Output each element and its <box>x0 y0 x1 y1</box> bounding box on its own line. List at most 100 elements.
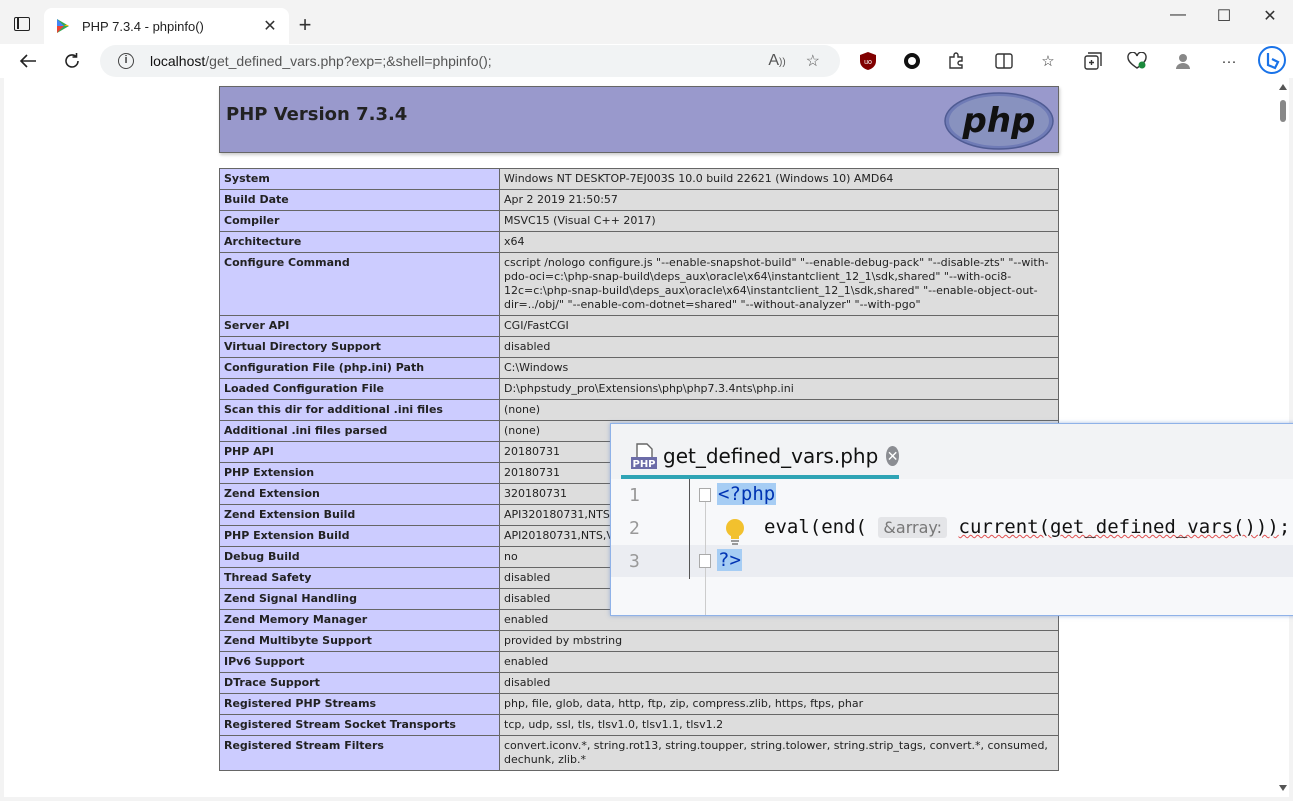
new-tab-button[interactable]: + <box>294 14 316 36</box>
favorite-star-icon[interactable]: ☆ <box>806 51 820 71</box>
info-value: enabled <box>499 651 1059 673</box>
info-key: Zend Memory Manager <box>219 609 500 631</box>
profile-avatar-icon[interactable] <box>1172 50 1194 72</box>
tab-actions-icon[interactable] <box>8 12 36 36</box>
minimize-button[interactable]: — <box>1155 6 1201 24</box>
address-bar[interactable]: i localhost/get_defined_vars.php?exp=;&s… <box>100 45 840 77</box>
back-arrow-icon <box>19 54 36 68</box>
info-value: tcp, udp, ssl, tls, tlsv1.0, tlsv1.1, tl… <box>499 714 1059 736</box>
current-call: current(get_defined_vars())) <box>958 516 1279 538</box>
info-row: Registered Stream Filters convert.iconv.*… <box>219 735 1059 771</box>
info-key: Virtual Directory Support <box>219 336 500 358</box>
info-key: PHP Extension Build <box>219 525 500 547</box>
info-row: Configuration File (php.ini) Path C:\Wind… <box>219 357 1059 379</box>
info-value: Apr 2 2019 21:50:57 <box>499 189 1059 211</box>
editor-tab-bar: PHP get_defined_vars.php ✕ <box>611 424 1293 479</box>
browser-toolbar: i localhost/get_defined_vars.php?exp=;&s… <box>0 44 1293 78</box>
php-header: PHP Version 7.3.4 php <box>219 86 1059 153</box>
favorites-icon[interactable]: ☆ <box>1037 50 1059 72</box>
line-number: 1 <box>629 485 640 506</box>
code-line-1: <?php <box>717 483 777 505</box>
browser-essentials-icon[interactable] <box>1126 50 1148 72</box>
browser-tab[interactable]: PHP 7.3.4 - phpinfo() ✕ <box>44 8 289 44</box>
info-key: Registered Stream Filters <box>219 735 500 771</box>
tab-title: PHP 7.3.4 - phpinfo() <box>82 18 204 34</box>
reload-button[interactable] <box>58 48 86 74</box>
info-value: disabled <box>499 672 1059 694</box>
split-screen-icon[interactable] <box>993 50 1015 72</box>
info-key: Zend Multibyte Support <box>219 630 500 652</box>
code-editor-overlay: PHP get_defined_vars.php ✕ 1 2 3 <?php e… <box>610 423 1293 616</box>
code-line-3: ?> <box>717 549 742 571</box>
ublock-icon[interactable]: uo <box>857 50 879 72</box>
info-row: Registered Stream Socket Transports tcp, … <box>219 714 1059 736</box>
tab-close-icon[interactable]: ✕ <box>261 16 279 36</box>
scroll-down-icon[interactable] <box>1279 785 1287 791</box>
maximize-button[interactable]: ☐ <box>1201 6 1247 26</box>
back-button[interactable] <box>14 48 42 74</box>
editor-body[interactable]: 1 2 3 <?php eval(end( &array: current(ge… <box>611 479 1293 615</box>
info-key: PHP API <box>219 441 500 463</box>
scroll-up-icon[interactable] <box>1279 84 1287 90</box>
close-window-button[interactable]: ✕ <box>1247 6 1293 26</box>
info-key: Build Date <box>219 189 500 211</box>
url-host: localhost <box>150 53 206 69</box>
php-open-tag: <?php <box>717 483 777 505</box>
line-number: 2 <box>629 518 640 539</box>
circle-extension-icon[interactable] <box>901 50 923 72</box>
info-row: Scan this dir for additional .ini files(… <box>219 399 1059 421</box>
extensions-puzzle-icon[interactable] <box>945 50 967 72</box>
line-gutter: 1 2 3 <box>611 479 701 615</box>
info-row: Compiler MSVC15 (Visual C++ 2017) <box>219 210 1059 232</box>
read-aloud-icon[interactable]: A)) <box>768 52 785 70</box>
info-value: D:\phpstudy_pro\Extensions\php\php7.3.4n… <box>499 378 1059 400</box>
title-bar: PHP 7.3.4 - phpinfo() ✕ + — ☐ ✕ <box>0 0 1293 44</box>
copilot-icon[interactable] <box>1258 46 1286 74</box>
svg-text:uo: uo <box>864 59 872 66</box>
scrollbar-thumb[interactable] <box>1280 100 1286 122</box>
close-file-icon[interactable]: ✕ <box>886 445 899 466</box>
info-key: Debug Build <box>219 546 500 568</box>
more-options-icon[interactable]: ··· <box>1218 50 1240 72</box>
info-key: Compiler <box>219 210 500 232</box>
collections-icon[interactable] <box>1082 50 1104 72</box>
url-text[interactable]: localhost/get_defined_vars.php?exp=;&she… <box>150 53 768 69</box>
info-key: DTrace Support <box>219 672 500 694</box>
fold-marker-icon[interactable] <box>699 488 711 502</box>
info-value: CGI/FastCGI <box>499 315 1059 337</box>
url-path: /get_defined_vars.php?exp=;&shell=phpinf… <box>205 53 492 69</box>
info-key: Additional .ini files parsed <box>219 420 500 442</box>
info-key: Zend Extension <box>219 483 500 505</box>
info-value: convert.iconv.*, string.rot13, string.to… <box>499 735 1059 771</box>
editor-file-tab[interactable]: PHP get_defined_vars.php ✕ <box>621 432 899 479</box>
info-value: disabled <box>499 336 1059 358</box>
info-value: C:\Windows <box>499 357 1059 379</box>
parameter-hint: &array: <box>878 517 948 538</box>
reload-icon <box>65 53 79 68</box>
info-value: (none) <box>499 399 1059 421</box>
info-key: Registered PHP Streams <box>219 693 500 715</box>
info-value: provided by mbstring <box>499 630 1059 652</box>
info-key: Zend Extension Build <box>219 504 500 526</box>
statement-end: ; <box>1278 516 1291 538</box>
gutter-separator <box>689 479 690 579</box>
info-row: IPv6 Support enabled <box>219 651 1059 673</box>
info-row: Registered PHP Streams php, file, glob, d… <box>219 693 1059 715</box>
info-row: Architecture x64 <box>219 231 1059 253</box>
line-number: 3 <box>629 551 640 572</box>
php-file-icon: PHP <box>631 442 657 470</box>
php-close-tag: ?> <box>717 549 742 571</box>
php-logo[interactable]: php <box>944 92 1054 150</box>
site-info-icon[interactable]: i <box>118 53 134 69</box>
play-favicon-icon <box>57 19 69 33</box>
info-row: Virtual Directory Support disabled <box>219 336 1059 358</box>
lightbulb-icon[interactable] <box>724 518 746 546</box>
info-value: x64 <box>499 231 1059 253</box>
code-line-2: eval(end( &array: current(get_defined_va… <box>764 516 1290 538</box>
info-key: Architecture <box>219 231 500 253</box>
info-value: cscript /nologo configure.js "--enable-s… <box>499 252 1059 316</box>
fold-marker-icon[interactable] <box>699 554 711 568</box>
info-key: Server API <box>219 315 500 337</box>
editor-filename: get_defined_vars.php <box>663 443 879 468</box>
info-row: Loaded Configuration File D:\phpstudy_pro… <box>219 378 1059 400</box>
